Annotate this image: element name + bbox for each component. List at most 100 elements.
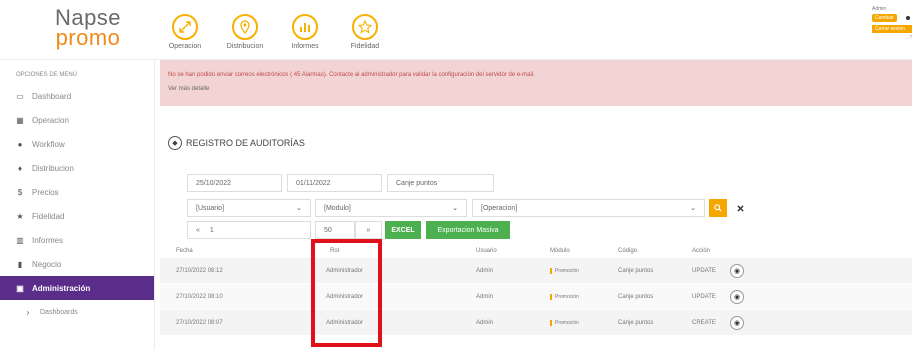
rol-column-highlight [311,239,382,347]
sidebar-item-label: Negocio [32,259,62,269]
export-label: Exportacion Masiva [437,226,499,234]
sidebar-item-label: Distribucion [32,163,74,173]
change-badge[interactable]: Cambiar [872,14,897,22]
operacion-select[interactable]: [Operacion] ⌄ [472,199,705,217]
sidebar-item-informes[interactable]: ▥ Informes [0,228,154,252]
user-extra: ...? [905,35,912,41]
sidebar-item-dashboard[interactable]: ▭ Dashboard [0,84,154,108]
sidebar-item-precios[interactable]: $ Precios [0,180,154,204]
codigo-input[interactable]: Canje puntos [387,174,494,192]
top-nav: Operacion Distribucion Informes Fidelida… [160,14,400,50]
cell-codigo: Canje puntos [618,319,654,326]
nav-distribucion-label: Distribucion [226,43,264,50]
cell-codigo: Canje puntos [618,267,654,274]
table-body: 27/10/2022 08:12 Administrador Admin Pro… [160,258,912,336]
chevron-down-icon: ⌄ [690,205,696,212]
calendar-icon: ▣ [16,283,24,293]
location-icon: ♦ [17,163,23,173]
next-page-icon: » [366,226,371,234]
page-size-input[interactable]: 50 [315,221,355,239]
page-size-value: 50 [324,226,332,234]
location-pin-icon [232,14,258,40]
sidebar-item-negocio[interactable]: ▮ Negocio [0,252,154,276]
cell-modulo: Promoción [550,319,579,326]
nav-operacion-label: Operacion [168,43,202,50]
view-detail-button[interactable]: ◉ [730,290,744,304]
cell-accion: UPDATE [692,267,716,274]
page-input[interactable]: « 1 [187,221,311,239]
logout-badge[interactable]: Cerrar sesion [872,25,912,33]
nav-informes[interactable]: Informes [280,14,330,50]
arrows-icon [172,14,198,40]
chevron-down-icon: ⌄ [452,205,458,212]
sidebar-item-workflow[interactable]: ● Workflow [0,132,154,156]
usuario-select[interactable]: [Usuario] ⌄ [187,199,311,217]
sidebar-item-label: Administración [32,283,91,293]
next-page-button[interactable]: » [355,221,382,239]
sidebar-subitem-dashboards[interactable]: › Dashboards [0,300,154,324]
sidebar: OPCIONES DE MENÚ ▭ Dashboard ▦ Operacion… [0,60,155,350]
sidebar-item-distribucion[interactable]: ♦ Distribucion [0,156,154,180]
date-from-input[interactable]: 25/10/2022 [187,174,282,192]
table-row[interactable]: 27/10/2022 08:07 Administrador Admin Pro… [160,310,912,336]
header: Napse promo Operacion Distribucion Infor… [0,0,912,60]
monitor-icon: ▭ [16,91,24,101]
chevron-down-icon: ⌄ [296,205,302,212]
sidebar-item-fidelidad[interactable]: ★ Fidelidad [0,204,154,228]
bar-chart-icon [292,14,318,40]
cell-fecha: 27/10/2022 08:10 [176,293,223,300]
cell-modulo: Promoción [550,267,579,274]
date-to-input[interactable]: 01/11/2022 [287,174,382,192]
operacion-value: [Operacion] [481,204,518,212]
star-icon: ★ [16,211,24,221]
table-row[interactable]: 27/10/2022 08:12 Administrador Admin Pro… [160,258,912,284]
codigo-value: Canje puntos [396,179,438,187]
cell-usuario: Admin [476,319,494,326]
cell-fecha: 27/10/2022 08:07 [176,319,223,326]
nav-fidelidad[interactable]: Fidelidad [340,14,390,50]
cell-accion: CREATE [692,319,716,326]
nav-fidelidad-label: Fidelidad [350,43,380,50]
header-codigo: Código [618,248,638,254]
modulo-value: [Modulo] [324,204,351,212]
excel-button[interactable]: EXCEL [385,221,421,239]
sidebar-item-operacion[interactable]: ▦ Operacion [0,108,154,132]
table-row[interactable]: 27/10/2022 08:10 Administrador Admin Pro… [160,284,912,310]
sidebar-item-label: Dashboard [32,91,72,101]
eye-icon: ◉ [733,268,741,275]
sidebar-item-administracion[interactable]: ▣ Administración [0,276,154,300]
usuario-value: [Usuario] [196,204,225,212]
alert-more-link[interactable]: Ver más detalle [168,86,209,92]
logo[interactable]: Napse promo [48,7,128,50]
cell-usuario: Admin [476,267,494,274]
pin-icon: ● [17,139,23,149]
tag-icon: ◆ [168,136,182,150]
sidebar-item-label: Dashboards [40,308,78,316]
eye-icon: ◉ [733,294,741,301]
user-box: Admin Cambiar Cerrar sesion ...? [872,6,912,41]
modulo-select[interactable]: [Modulo] ⌄ [315,199,467,217]
search-button[interactable] [709,199,727,217]
header-modulo: Módulo [550,248,570,254]
cell-codigo: Canje puntos [618,293,654,300]
page-title-text: REGISTRO DE AUDITORÍAS [186,138,305,148]
nav-distribucion[interactable]: Distribucion [220,14,270,50]
nav-operacion[interactable]: Operacion [160,14,210,50]
alert-message: No se han podido enviar correos electrón… [168,72,535,78]
cell-modulo: Promoción [550,293,579,300]
sidebar-item-label: Operacion [32,115,69,125]
first-page-icon[interactable]: « [196,227,200,234]
chart-icon: ▥ [16,235,24,245]
view-detail-button[interactable]: ◉ [730,316,744,330]
header-fecha: Fecha [176,248,193,254]
sidebar-item-label: Fidelidad [32,211,65,221]
date-from-value: 25/10/2022 [196,179,232,187]
search-icon [714,204,722,212]
logo-line2: promo [55,25,121,50]
sidebar-item-label: Informes [32,235,64,245]
clear-button[interactable] [731,199,749,217]
date-to-value: 01/11/2022 [296,179,331,187]
view-detail-button[interactable]: ◉ [730,264,744,278]
export-button[interactable]: Exportacion Masiva [426,221,510,239]
cell-fecha: 27/10/2022 08:12 [176,267,223,274]
